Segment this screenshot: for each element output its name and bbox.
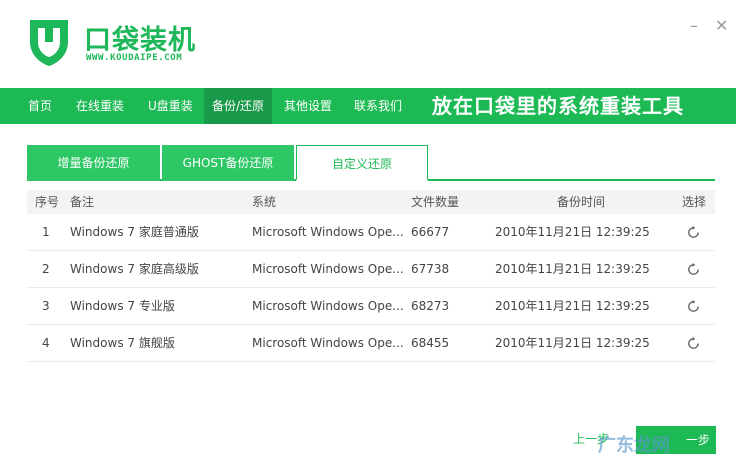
tab-ghost-backup[interactable]: GHOST备份还原 [162, 145, 294, 181]
table-header: 序号 备注 系统 文件数量 备份时间 选择 [27, 190, 715, 214]
close-icon[interactable]: ✕ [715, 18, 728, 34]
col-system-header: 系统 [252, 195, 277, 209]
row-count: 67738 [411, 262, 450, 276]
nav-slogan: 放在口袋里的系统重装工具 [432, 94, 684, 118]
nav-item-contact[interactable]: 联系我们 [346, 88, 410, 124]
row-note: Windows 7 旗舰版 [70, 336, 175, 350]
restore-refresh-icon[interactable] [686, 225, 701, 240]
nav-item-usb-reinstall[interactable]: U盘重装 [140, 88, 201, 124]
tab-incremental-backup[interactable]: 增量备份还原 [27, 145, 160, 181]
restore-refresh-icon[interactable] [686, 299, 701, 314]
row-note: Windows 7 家庭高级版 [70, 262, 199, 276]
nav-item-other-settings[interactable]: 其他设置 [276, 88, 340, 124]
col-no-header: 序号 [35, 195, 60, 209]
nav-item-backup-restore[interactable]: 备份/还原 [204, 88, 273, 124]
row-time: 2010年11月21日 12:39:25 [495, 262, 650, 276]
restore-refresh-icon[interactable] [686, 336, 701, 351]
col-note-header: 备注 [70, 195, 95, 209]
col-select-header: 选择 [682, 195, 707, 209]
col-count-header: 文件数量 [411, 195, 460, 209]
brand-url: WWW.KOUDAIPE.COM [86, 53, 183, 63]
row-count: 68273 [411, 299, 450, 313]
nav-item-online-reinstall[interactable]: 在线重装 [68, 88, 132, 124]
col-time-header: 备份时间 [557, 195, 606, 209]
restore-refresh-icon[interactable] [686, 262, 701, 277]
watermark-text: 广东龙网 [598, 435, 670, 456]
table-row[interactable]: 1 Windows 7 家庭普通版 Microsoft Windows Ope.… [27, 214, 715, 251]
app-header: 口袋装机 WWW.KOUDAIPE.COM – ✕ [0, 0, 736, 88]
nav-item-home[interactable]: 首页 [20, 88, 60, 124]
row-system: Microsoft Windows Ope... [252, 299, 404, 313]
row-count: 66677 [411, 225, 450, 239]
row-time: 2010年11月21日 12:39:25 [495, 299, 650, 313]
main-nav: 首页 在线重装 U盘重装 备份/还原 其他设置 联系我们 放在口袋里的系统重装工… [0, 88, 736, 124]
table-row[interactable]: 2 Windows 7 家庭高级版 Microsoft Windows Ope.… [27, 251, 715, 288]
table-row[interactable]: 3 Windows 7 专业版 Microsoft Windows Ope...… [27, 288, 715, 325]
row-no: 4 [42, 336, 50, 350]
tab-custom-restore[interactable]: 自定义还原 [296, 145, 428, 181]
row-no: 1 [42, 225, 50, 239]
row-system: Microsoft Windows Ope... [252, 262, 404, 276]
row-count: 68455 [411, 336, 450, 350]
table-row[interactable]: 4 Windows 7 旗舰版 Microsoft Windows Ope...… [27, 325, 715, 362]
brand-title: 口袋装机 [84, 25, 196, 56]
minimize-icon[interactable]: – [690, 18, 698, 34]
row-note: Windows 7 专业版 [70, 299, 175, 313]
row-time: 2010年11月21日 12:39:25 [495, 225, 650, 239]
row-no: 2 [42, 262, 50, 276]
backup-table: 序号 备注 系统 文件数量 备份时间 选择 1 Windows 7 家庭普通版 … [27, 190, 715, 362]
logo-shield-icon [30, 20, 68, 66]
row-system: Microsoft Windows Ope... [252, 336, 404, 350]
row-time: 2010年11月21日 12:39:25 [495, 336, 650, 350]
row-no: 3 [42, 299, 50, 313]
row-note: Windows 7 家庭普通版 [70, 225, 199, 239]
row-system: Microsoft Windows Ope... [252, 225, 404, 239]
restore-tabs: 增量备份还原 GHOST备份还原 自定义还原 [27, 145, 715, 181]
